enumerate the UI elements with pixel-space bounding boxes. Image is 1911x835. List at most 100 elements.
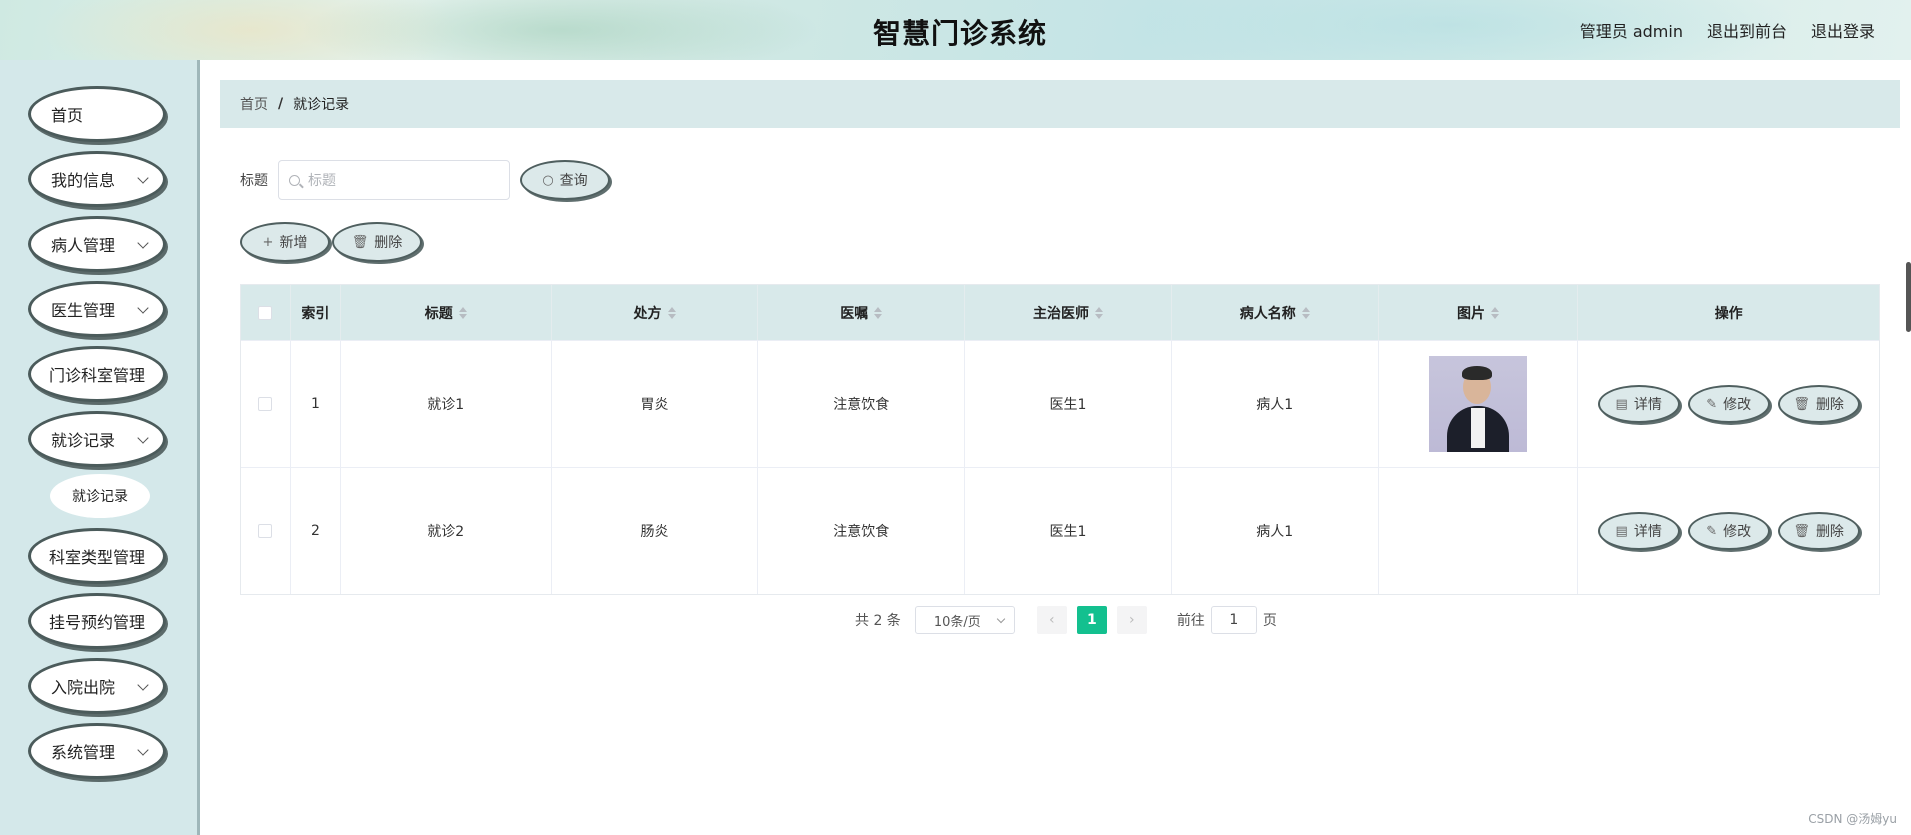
sidebar-item-home[interactable]: 首页 [28, 86, 166, 142]
exit-to-frontend-link[interactable]: 退出到前台 [1707, 18, 1787, 42]
delete-button[interactable]: 🗑 删除 [332, 222, 422, 262]
chevron-down-icon [137, 744, 149, 756]
sidebar-item-doctor-management[interactable]: 医生管理 [28, 281, 166, 337]
col-image-label: 图片 [1457, 305, 1485, 322]
col-doctor[interactable]: 主治医师 [965, 285, 1172, 340]
app-header: 智慧门诊系统 管理员 admin 退出到前台 退出登录 [0, 0, 1911, 60]
cell-patient: 病人1 [1172, 341, 1379, 467]
col-advice[interactable]: 医嘱 [758, 285, 966, 340]
col-title[interactable]: 标题 [341, 285, 552, 340]
trash-icon: 🗑 [1793, 523, 1810, 539]
add-button-label: 新增 [279, 235, 308, 251]
sort-icon[interactable] [667, 306, 676, 319]
sidebar-item-label: 我的信息 [51, 171, 116, 190]
col-image[interactable]: 图片 [1379, 285, 1579, 340]
app-title: 智慧门诊系统 [872, 17, 1047, 50]
sort-icon[interactable] [1095, 306, 1103, 319]
breadcrumb-separator: / [278, 96, 284, 112]
row-delete-button[interactable]: 🗑 删除 [1777, 512, 1860, 550]
edit-button-label: 修改 [1723, 397, 1752, 413]
detail-button[interactable]: ▤ 详情 [1597, 512, 1680, 550]
row-checkbox[interactable] [258, 397, 273, 411]
sort-icon[interactable] [1301, 306, 1310, 319]
sidebar-item-admission-discharge[interactable]: 入院出院 [28, 658, 166, 714]
col-prescription[interactable]: 处方 [552, 285, 759, 340]
prev-page-button[interactable]: ‹ [1036, 606, 1067, 634]
chevron-down-icon [137, 432, 149, 444]
breadcrumb-current: 就诊记录 [293, 97, 350, 113]
chevron-right-icon: › [1129, 612, 1135, 628]
submenu-item-label: 就诊记录 [72, 489, 128, 505]
edit-button-label: 修改 [1723, 524, 1752, 540]
sidebar-item-visit-records[interactable]: 就诊记录 [28, 411, 166, 467]
col-patient[interactable]: 病人名称 [1172, 285, 1379, 340]
add-button[interactable]: + 新增 [240, 222, 330, 262]
cell-advice: 注意饮食 [758, 341, 966, 467]
row-delete-button[interactable]: 🗑 删除 [1777, 385, 1860, 423]
cell-index: 2 [291, 468, 341, 594]
current-user-label: 管理员 admin [1579, 22, 1683, 41]
cell-image [1379, 468, 1579, 594]
col-advice-label: 医嘱 [840, 305, 869, 322]
cell-index: 1 [291, 341, 341, 467]
col-actions: 操作 [1578, 285, 1879, 340]
sidebar-item-label: 就诊记录 [51, 431, 116, 450]
page-number-current[interactable]: 1 [1076, 606, 1107, 634]
sidebar-item-label: 病人管理 [51, 236, 116, 255]
col-patient-label: 病人名称 [1239, 305, 1296, 322]
detail-button[interactable]: ▤ 详情 [1597, 385, 1680, 423]
row-select-cell [241, 468, 291, 594]
watermark: CSDN @汤姆yu [1808, 812, 1897, 826]
sidebar-item-system-management[interactable]: 系统管理 [28, 723, 166, 779]
search-input[interactable]: 标题 [278, 160, 510, 200]
sidebar-item-patient-management[interactable]: 病人管理 [28, 216, 166, 272]
row-select-cell [241, 341, 291, 467]
document-icon: ▤ [1615, 396, 1628, 412]
trash-icon: 🗑 [1793, 396, 1810, 412]
toolbar: + 新增 🗑 删除 [240, 222, 422, 262]
logout-link[interactable]: 退出登录 [1811, 18, 1875, 42]
chevron-down-icon [137, 237, 149, 249]
patient-photo[interactable] [1429, 356, 1527, 452]
row-delete-button-label: 删除 [1815, 397, 1844, 413]
pencil-icon: ✎ [1706, 396, 1718, 412]
sidebar-item-my-info[interactable]: 我的信息 [28, 151, 166, 207]
row-checkbox[interactable] [258, 524, 273, 538]
cell-doctor: 医生1 [965, 341, 1172, 467]
col-doctor-label: 主治医师 [1033, 305, 1089, 322]
sort-icon[interactable] [1491, 306, 1499, 319]
sort-icon[interactable] [874, 306, 883, 319]
sidebar-item-label: 入院出院 [51, 678, 116, 697]
search-icon: ○ [542, 172, 554, 188]
goto-page-input[interactable]: 1 [1210, 606, 1257, 634]
sidebar: 首页 我的信息 病人管理 医生管理 门诊科室管理 就诊记录 就诊记录 科室类型管… [0, 60, 200, 835]
sidebar-item-department-type[interactable]: 科室类型管理 [28, 528, 166, 584]
cell-doctor: 医生1 [965, 468, 1172, 594]
table-header: 索引 标题 处方 医嘱 主治医师 病人名称 图片 操作 [241, 285, 1879, 340]
query-button[interactable]: ○ 查询 [520, 160, 610, 200]
breadcrumb-home[interactable]: 首页 [240, 94, 268, 114]
sidebar-item-label: 科室类型管理 [49, 548, 146, 567]
search-icon [289, 174, 300, 186]
select-all-checkbox[interactable] [258, 305, 273, 320]
detail-button-label: 详情 [1633, 524, 1662, 540]
query-button-label: 查询 [559, 173, 588, 189]
chevron-down-icon [137, 679, 149, 691]
delete-button-label: 删除 [374, 235, 403, 251]
sidebar-item-department-management[interactable]: 门诊科室管理 [28, 346, 166, 402]
col-title-label: 标题 [424, 305, 453, 322]
sort-icon[interactable] [458, 306, 467, 319]
scrollbar-thumb[interactable] [1906, 262, 1911, 332]
submenu-item-visit-records[interactable]: 就诊记录 [50, 474, 150, 518]
page-size-select[interactable]: 10条/页 [914, 606, 1015, 634]
sidebar-item-registration[interactable]: 挂号预约管理 [28, 593, 166, 649]
edit-button[interactable]: ✎ 修改 [1687, 385, 1770, 423]
select-all-cell [241, 285, 291, 340]
cell-patient: 病人1 [1172, 468, 1379, 594]
cell-actions: ▤ 详情 ✎ 修改 🗑 删除 [1578, 468, 1879, 594]
edit-button[interactable]: ✎ 修改 [1687, 512, 1770, 550]
next-page-button[interactable]: › [1116, 606, 1147, 634]
goto-suffix: 页 [1262, 613, 1277, 629]
row-delete-button-label: 删除 [1815, 524, 1844, 540]
chevron-left-icon: ‹ [1049, 612, 1055, 628]
